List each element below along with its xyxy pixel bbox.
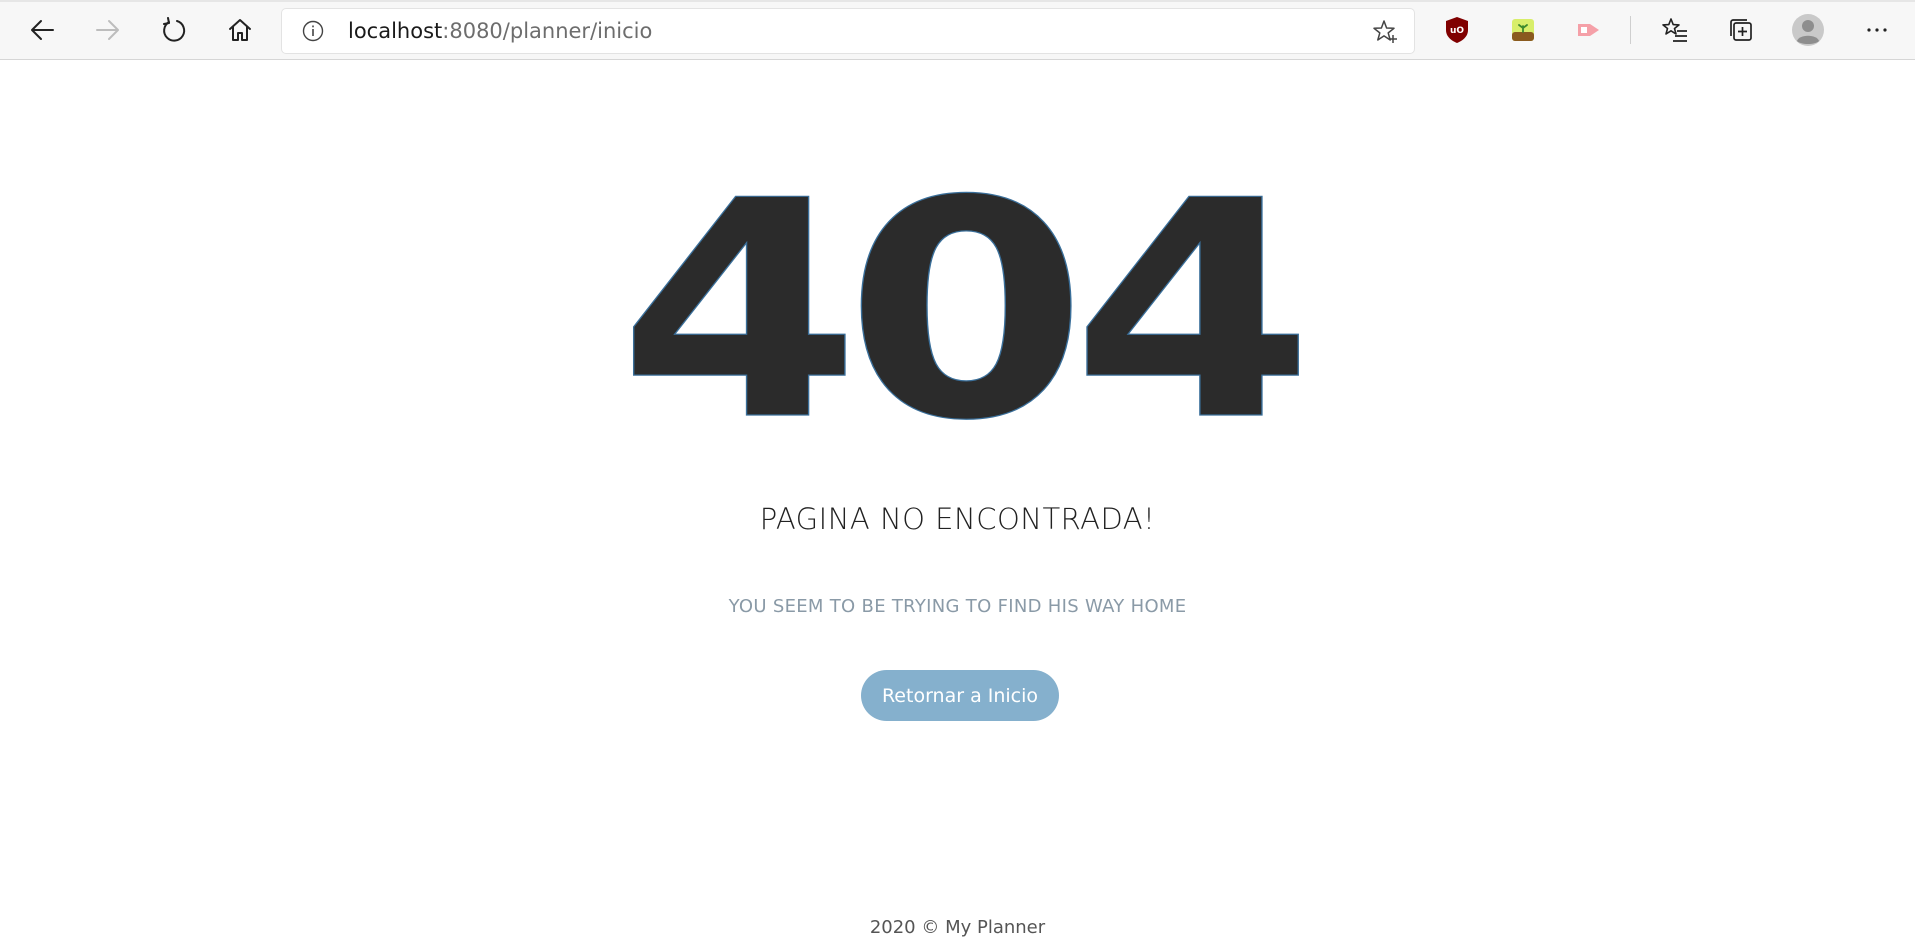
star-add-icon[interactable] <box>1372 19 1398 45</box>
browser-toolbar: localhost:8080/planner/inicio uO <box>0 0 1915 60</box>
url-text[interactable]: localhost:8080/planner/inicio <box>348 18 652 44</box>
extension-video[interactable] <box>1569 10 1609 50</box>
tab-strip-edge <box>0 0 1915 2</box>
home-icon <box>229 19 251 41</box>
error-code-text: 404 <box>618 180 1300 460</box>
video-extension-icon <box>1578 24 1599 36</box>
forward-button[interactable] <box>88 10 128 50</box>
page-subtitle: YOU SEEM TO BE TRYING TO FIND HIS WAY HO… <box>728 596 1187 617</box>
collections-icon <box>1730 19 1752 41</box>
extension-ublock[interactable]: uO <box>1437 10 1477 50</box>
error-code: 404 <box>0 180 1915 460</box>
info-icon[interactable] <box>302 20 324 42</box>
home-nav-button[interactable] <box>220 10 260 50</box>
extension-plant[interactable] <box>1503 10 1543 50</box>
more-icon <box>1867 28 1887 32</box>
forward-arrow-icon <box>96 20 119 40</box>
menu-button[interactable] <box>1857 10 1897 50</box>
favorites-list-icon <box>1662 18 1687 42</box>
return-home-button[interactable]: Retornar a Inicio <box>861 670 1059 721</box>
back-button[interactable] <box>22 10 62 50</box>
collections-button[interactable] <box>1721 10 1761 50</box>
avatar-icon <box>1792 14 1824 46</box>
address-bar[interactable]: localhost:8080/planner/inicio <box>282 9 1414 53</box>
footer-copyright: 2020 © My Planner <box>869 917 1046 938</box>
url-path: :8080/planner/inicio <box>442 19 653 43</box>
page-content: 404 PAGINA NO ENCONTRADA! YOU SEEM TO BE… <box>0 60 1915 950</box>
favorites-button[interactable] <box>1655 10 1695 50</box>
url-host: localhost <box>348 19 443 43</box>
plant-extension-icon <box>1512 19 1534 41</box>
ublock-origin-icon: uO <box>1446 17 1468 43</box>
refresh-icon <box>163 17 186 42</box>
toolbar-separator <box>1630 16 1631 44</box>
page-title: PAGINA NO ENCONTRADA! <box>759 502 1156 536</box>
svg-text:uO: uO <box>1450 26 1464 36</box>
refresh-button[interactable] <box>154 10 194 50</box>
profile-button[interactable] <box>1788 10 1828 50</box>
back-arrow-icon <box>31 20 54 40</box>
